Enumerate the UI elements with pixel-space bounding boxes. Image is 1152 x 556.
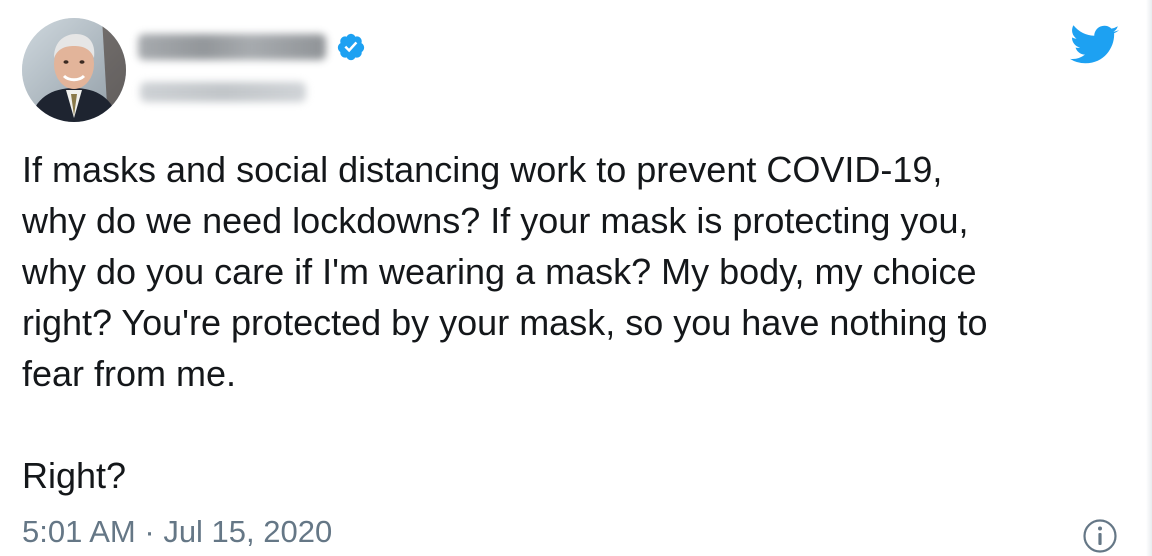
author-name-row[interactable] (138, 32, 366, 62)
tweet-card: If masks and social distancing work to p… (0, 0, 1152, 556)
author-handle-blurred[interactable] (140, 82, 306, 102)
avatar[interactable] (22, 18, 126, 122)
tweet-text: If masks and social distancing work to p… (22, 149, 988, 496)
info-icon[interactable] (1082, 518, 1118, 554)
twitter-bird-icon[interactable] (1070, 24, 1120, 68)
avatar-photo (22, 18, 126, 122)
author-name-blurred[interactable] (138, 34, 326, 60)
tweet-time[interactable]: 5:01 AM (22, 514, 136, 549)
frame-edge (1146, 0, 1152, 556)
tweet-date[interactable]: Jul 15, 2020 (163, 514, 332, 549)
verified-badge-icon (337, 33, 365, 61)
tweet-timestamp[interactable]: 5:01 AM · Jul 15, 2020 (22, 512, 332, 552)
meta-separator: · (135, 514, 164, 549)
